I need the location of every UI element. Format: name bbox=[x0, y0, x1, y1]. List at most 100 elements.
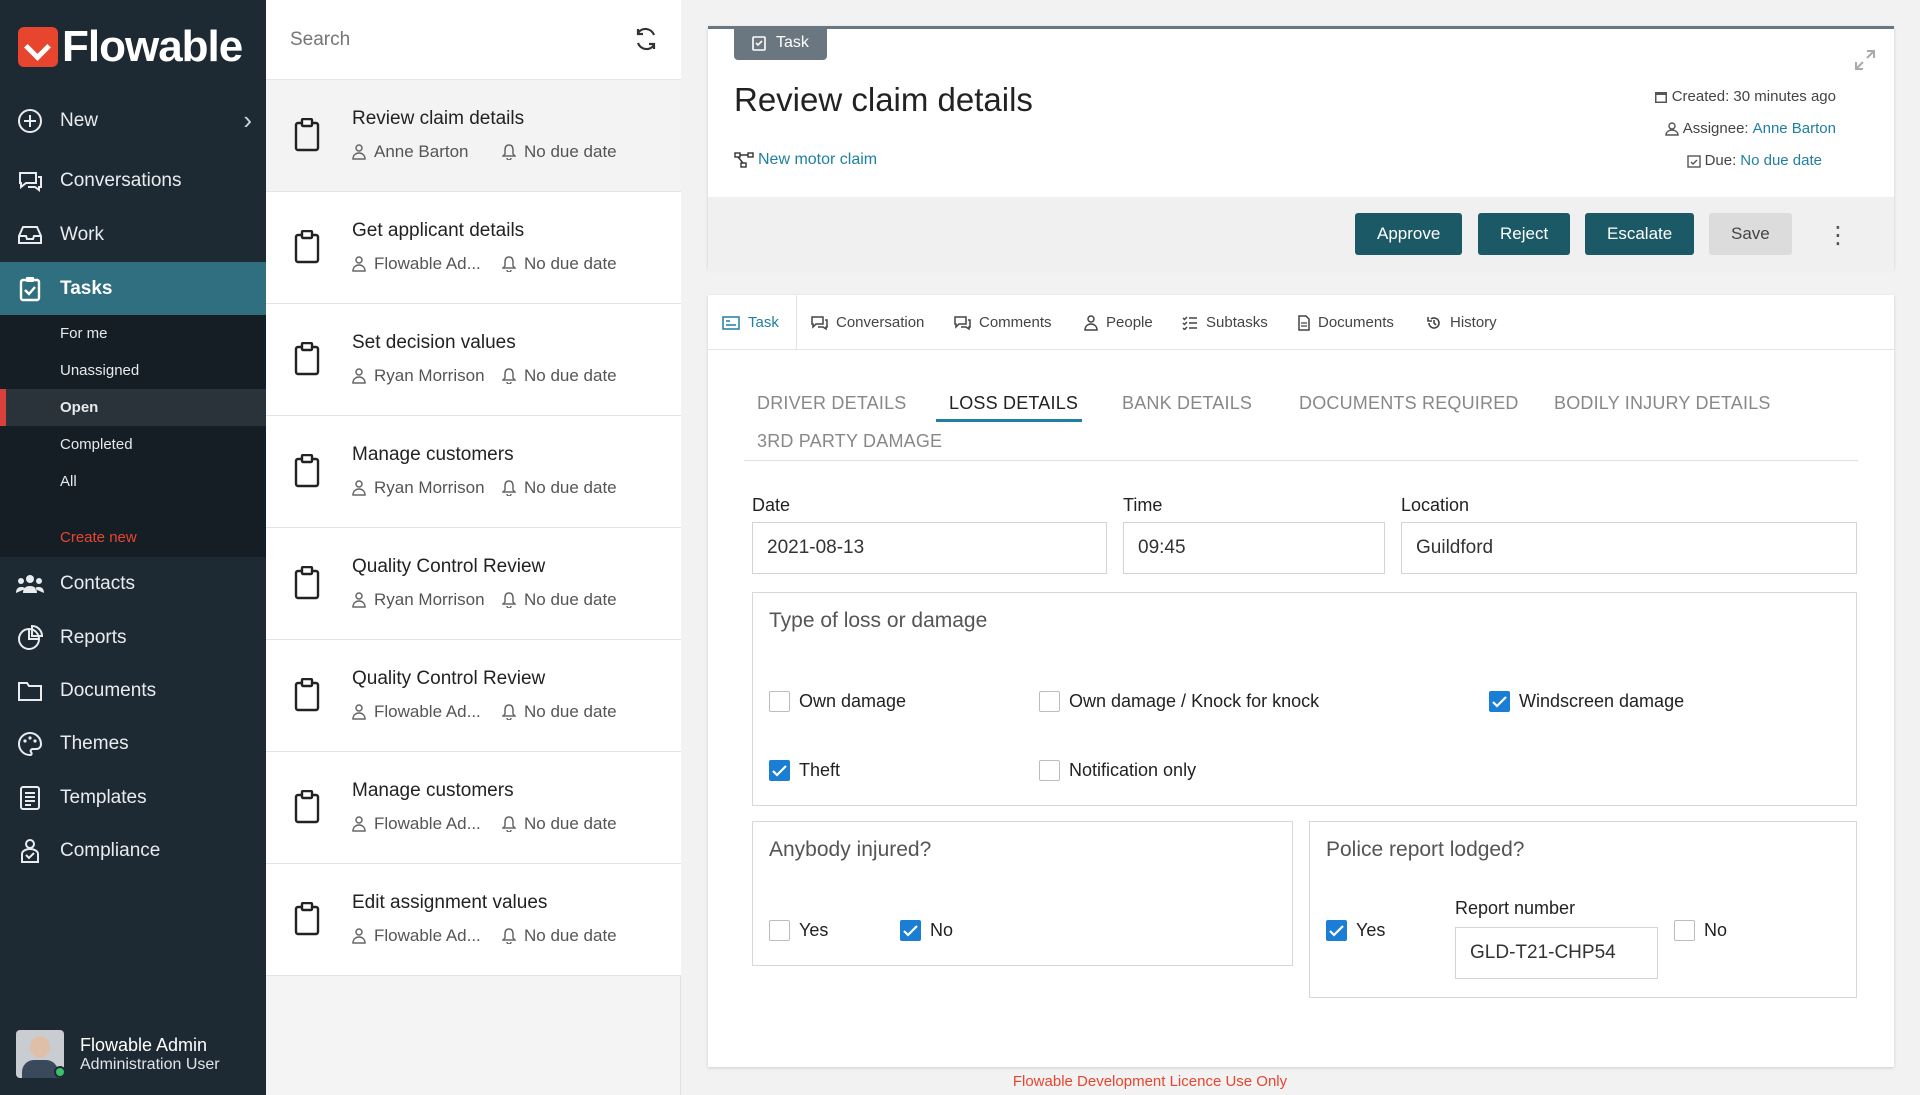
checkbox-box[interactable] bbox=[769, 691, 790, 712]
calendar-check-icon bbox=[1686, 154, 1701, 168]
tab-conversation[interactable]: Conversation bbox=[810, 295, 924, 350]
checkbox-injured-yes[interactable]: Yes bbox=[769, 920, 828, 941]
checkbox-box[interactable] bbox=[1039, 691, 1060, 712]
person-icon bbox=[1084, 314, 1098, 331]
subtab-bank-details[interactable]: BANK DETAILS bbox=[1122, 393, 1252, 414]
report-number-field[interactable]: GLD-T21-CHP54 bbox=[1455, 927, 1658, 979]
checkbox-box-checked[interactable] bbox=[1489, 691, 1510, 712]
search-input[interactable] bbox=[290, 22, 610, 58]
time-field[interactable]: 09:45 bbox=[1123, 522, 1385, 574]
checkbox-box[interactable] bbox=[1039, 760, 1060, 781]
subnav-create-new[interactable]: Create new bbox=[0, 519, 266, 556]
assignee-link[interactable]: Anne Barton bbox=[1753, 120, 1836, 137]
checkbox-police-yes[interactable]: Yes bbox=[1326, 920, 1385, 941]
report-number-label: Report number bbox=[1455, 898, 1576, 918]
tab-subtasks[interactable]: Subtasks bbox=[1182, 295, 1268, 350]
refresh-icon[interactable] bbox=[633, 26, 661, 54]
subtab-documents-required[interactable]: DOCUMENTS REQUIRED bbox=[1299, 393, 1519, 414]
task-assignee: Flowable Ad... bbox=[352, 926, 481, 946]
chevron-right-icon[interactable]: › bbox=[243, 105, 252, 136]
tab-divider bbox=[796, 295, 797, 350]
search-bar bbox=[266, 0, 681, 80]
case-link-label[interactable]: New motor claim bbox=[758, 151, 877, 169]
sidebar-item-themes[interactable]: Themes bbox=[0, 717, 266, 770]
sidebar-item-templates[interactable]: Templates bbox=[0, 771, 266, 824]
sidebar-item-tasks[interactable]: Tasks bbox=[0, 262, 266, 315]
users-icon bbox=[16, 570, 44, 598]
task-title: Set decision values bbox=[352, 332, 516, 353]
sidebar-item-conversations[interactable]: Conversations bbox=[0, 154, 266, 207]
tab-label: People bbox=[1106, 314, 1153, 331]
save-button[interactable]: Save bbox=[1709, 213, 1792, 255]
subtab-driver-details[interactable]: DRIVER DETAILS bbox=[757, 393, 907, 414]
checkbox-box-checked[interactable] bbox=[900, 920, 921, 941]
flowable-logo-mark bbox=[18, 27, 58, 67]
flowable-logo[interactable]: Flowable bbox=[18, 22, 243, 71]
task-list-item[interactable]: Review claim details Anne Barton No due da… bbox=[266, 80, 681, 192]
checkbox-windscreen-damage[interactable]: Windscreen damage bbox=[1489, 691, 1684, 712]
escalate-button[interactable]: Escalate bbox=[1585, 213, 1695, 255]
checkbox-police-no[interactable]: No bbox=[1674, 920, 1727, 941]
clipboard-icon bbox=[294, 229, 320, 269]
subtab-loss-details[interactable]: LOSS DETAILS bbox=[949, 393, 1078, 414]
approve-button[interactable]: Approve bbox=[1355, 213, 1463, 255]
task-list-item[interactable]: Manage customers Ryan Morrison No due date bbox=[266, 416, 681, 528]
due-text: No due date bbox=[524, 142, 617, 161]
location-field[interactable]: Guildford bbox=[1401, 522, 1857, 574]
sidebar-item-work[interactable]: Work bbox=[0, 208, 266, 261]
sidebar-item-contacts[interactable]: Contacts bbox=[0, 557, 266, 610]
list-check-icon bbox=[1182, 315, 1197, 330]
subnav-completed[interactable]: Completed bbox=[0, 426, 266, 463]
task-list-item[interactable]: Quality Control Review Flowable Ad... No d… bbox=[266, 640, 681, 752]
checkbox-theft[interactable]: Theft bbox=[769, 760, 840, 781]
task-list-item[interactable]: Get applicant details Flowable Ad... No du… bbox=[266, 192, 681, 304]
task-list-item[interactable]: Quality Control Review Ryan Morrison No du… bbox=[266, 528, 681, 640]
subnav-open[interactable]: Open bbox=[0, 389, 266, 426]
task-list-item[interactable]: Manage customers Flowable Ad... No due dat… bbox=[266, 752, 681, 864]
checkbox-box-checked[interactable] bbox=[769, 760, 790, 781]
due-meta: Due: No due date bbox=[1686, 152, 1822, 169]
subtab-bodily-injury-details[interactable]: BODILY INJURY DETAILS bbox=[1554, 393, 1771, 414]
tab-documents[interactable]: Documents bbox=[1298, 295, 1394, 350]
sidebar-item-reports[interactable]: Reports bbox=[0, 611, 266, 664]
bell-icon bbox=[502, 592, 516, 608]
tab-people[interactable]: People bbox=[1084, 295, 1153, 350]
task-assignee: Flowable Ad... bbox=[352, 254, 481, 274]
task-title: Edit assignment values bbox=[352, 892, 548, 913]
task-due: No due date bbox=[502, 814, 617, 834]
folder-icon bbox=[16, 677, 44, 705]
sidebar-item-label: Themes bbox=[60, 732, 129, 754]
tab-task[interactable]: Task bbox=[722, 295, 779, 350]
check-icon bbox=[903, 924, 918, 937]
more-options-icon[interactable]: ⋮ bbox=[1826, 221, 1850, 250]
checkbox-notification-only[interactable]: Notification only bbox=[1039, 760, 1196, 781]
subnav-unassigned[interactable]: Unassigned bbox=[0, 352, 266, 389]
expand-icon[interactable] bbox=[1854, 49, 1876, 76]
checkbox-injured-no[interactable]: No bbox=[900, 920, 953, 941]
user-profile[interactable]: Flowable Admin Administration User bbox=[16, 1030, 220, 1078]
task-title: Manage customers bbox=[352, 444, 514, 465]
date-field[interactable]: 2021-08-13 bbox=[752, 522, 1107, 574]
task-list-item[interactable]: Edit assignment values Flowable Ad... No d… bbox=[266, 864, 681, 976]
checkbox-box[interactable] bbox=[769, 920, 790, 941]
due-link[interactable]: No due date bbox=[1740, 152, 1822, 169]
subtab-3rd-party-damage[interactable]: 3RD PARTY DAMAGE bbox=[757, 431, 942, 452]
sidebar-item-new[interactable]: New › bbox=[0, 94, 266, 147]
subnav-for-me[interactable]: For me bbox=[0, 315, 266, 352]
task-list-item[interactable]: Set decision values Ryan Morrison No due d… bbox=[266, 304, 681, 416]
sidebar-item-documents[interactable]: Documents bbox=[0, 664, 266, 717]
checkbox-own-damage[interactable]: Own damage bbox=[769, 691, 906, 712]
bell-icon bbox=[502, 480, 516, 496]
tab-comments[interactable]: Comments bbox=[953, 295, 1052, 350]
checkbox-label: Own damage bbox=[799, 691, 907, 711]
case-link[interactable]: New motor claim bbox=[734, 151, 877, 169]
tab-history[interactable]: History bbox=[1426, 295, 1497, 350]
subnav-all[interactable]: All bbox=[0, 463, 266, 500]
reject-button[interactable]: Reject bbox=[1478, 213, 1571, 255]
checkbox-box[interactable] bbox=[1674, 920, 1695, 941]
sidebar-item-label: Templates bbox=[60, 786, 147, 808]
sidebar-item-compliance[interactable]: Compliance bbox=[0, 824, 266, 877]
checkbox-box-checked[interactable] bbox=[1326, 920, 1347, 941]
checkbox-knock-for-knock[interactable]: Own damage / Knock for knock bbox=[1039, 691, 1319, 712]
tab-bar: Task Conversation Comments People Subtas… bbox=[708, 295, 1894, 350]
